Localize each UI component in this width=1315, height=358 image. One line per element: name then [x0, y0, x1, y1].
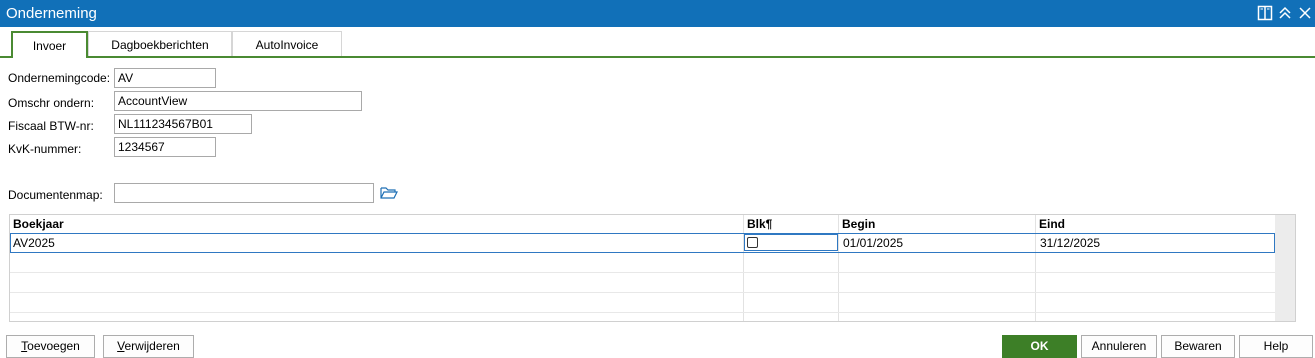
col-divider: [838, 215, 839, 321]
tab-autoinvoice[interactable]: AutoInvoice: [232, 31, 342, 56]
cell-boekjaar[interactable]: AV2025: [13, 234, 55, 252]
col-header-begin[interactable]: Begin: [839, 215, 1036, 233]
table-row[interactable]: AV2025 01/01/2025 31/12/2025: [10, 233, 1275, 253]
add-button[interactable]: Toevoegen: [6, 335, 95, 358]
col-divider: [743, 215, 744, 321]
code-label: Ondernemingcode:: [8, 71, 111, 85]
docmap-label: Documentenmap:: [8, 188, 103, 202]
vat-field[interactable]: NL111234567B01: [114, 114, 252, 134]
vertical-scrollbar[interactable]: [1275, 215, 1295, 321]
cell-begin[interactable]: 01/01/2025: [843, 234, 903, 252]
boekjaar-grid[interactable]: Boekjaar Blk¶ Begin Eind AV2025 01/01/20…: [9, 214, 1296, 322]
split-view-icon[interactable]: [1257, 5, 1273, 21]
delete-label-rest: erwijderen: [124, 339, 180, 353]
docmap-field[interactable]: [114, 183, 374, 203]
tab-bar: Invoer Dagboekberichten AutoInvoice: [0, 31, 1315, 58]
row-divider: [10, 272, 1275, 273]
tab-dagboekberichten[interactable]: Dagboekberichten: [88, 31, 232, 56]
kvk-label: KvK-nummer:: [8, 142, 82, 156]
code-field[interactable]: AV: [114, 68, 216, 88]
collapse-icon[interactable]: [1277, 5, 1293, 21]
row-divider: [10, 292, 1275, 293]
name-label: Omschr ondern:: [8, 96, 95, 110]
row-divider: [10, 312, 1275, 313]
cell-blk[interactable]: [744, 234, 838, 251]
title-bar: Onderneming: [0, 0, 1315, 27]
ok-button[interactable]: OK: [1002, 335, 1077, 358]
vat-label: Fiscaal BTW-nr:: [8, 119, 94, 133]
col-header-eind[interactable]: Eind: [1036, 215, 1275, 233]
kvk-field[interactable]: 1234567: [114, 137, 216, 157]
name-field[interactable]: AccountView: [114, 91, 362, 111]
col-header-blk[interactable]: Blk¶: [744, 215, 839, 233]
help-button[interactable]: Help: [1239, 335, 1313, 358]
tab-invoer[interactable]: Invoer: [11, 31, 88, 58]
col-divider: [1035, 215, 1036, 321]
col-header-boekjaar[interactable]: Boekjaar: [10, 215, 744, 233]
folder-open-icon[interactable]: [380, 186, 398, 200]
window-title: Onderneming: [6, 5, 97, 22]
cancel-button[interactable]: Annuleren: [1081, 335, 1157, 358]
delete-button[interactable]: Verwijderen: [103, 335, 194, 358]
close-icon[interactable]: [1297, 5, 1313, 21]
tab-underline: [0, 56, 1315, 58]
cell-eind[interactable]: 31/12/2025: [1040, 234, 1100, 252]
blk-checkbox[interactable]: [747, 237, 758, 248]
add-label-rest: oevoegen: [27, 339, 80, 353]
save-button[interactable]: Bewaren: [1161, 335, 1235, 358]
